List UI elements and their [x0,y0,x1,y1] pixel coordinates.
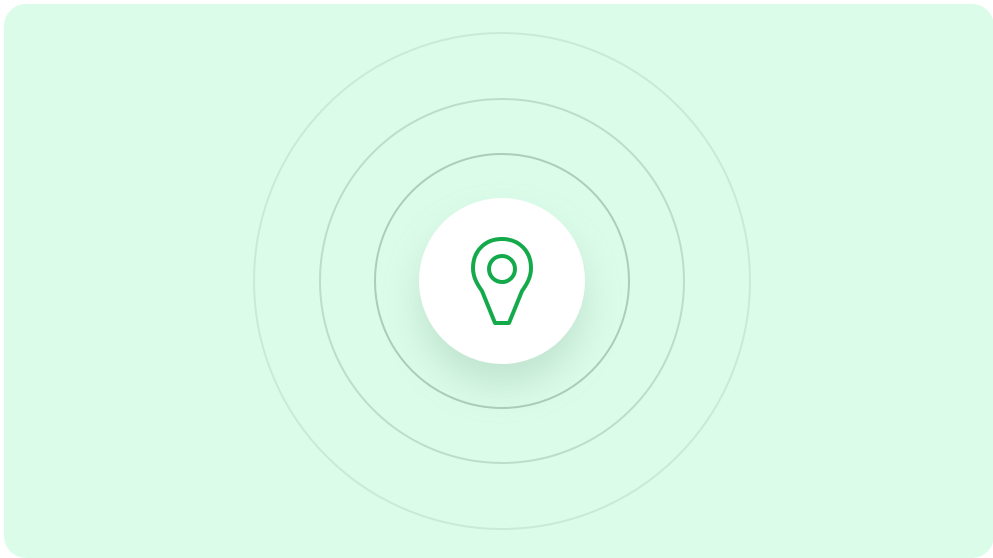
location-pin-button[interactable] [419,198,585,364]
location-pin-icon [471,237,533,325]
location-card [4,4,993,558]
